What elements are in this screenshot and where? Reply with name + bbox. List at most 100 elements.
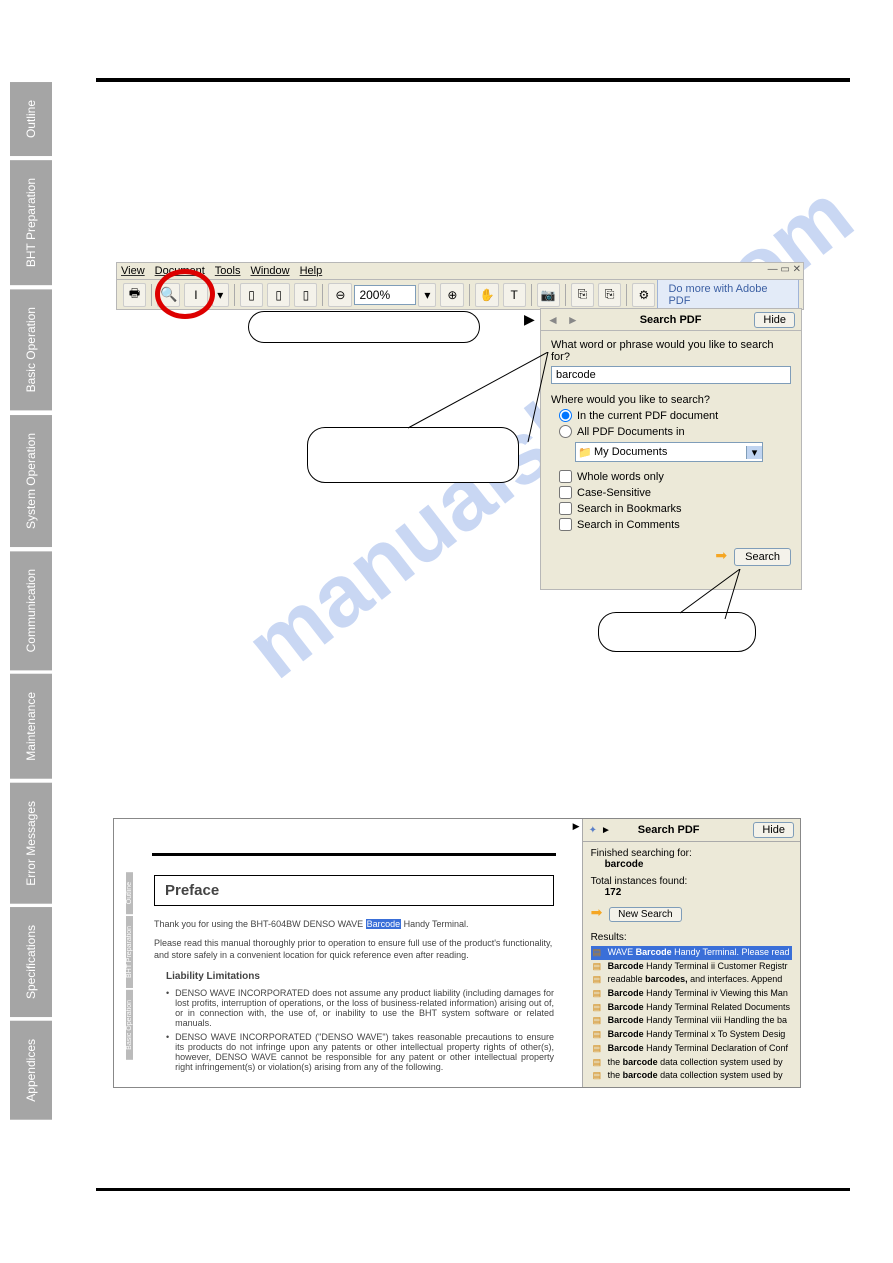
radio-all-docs[interactable] xyxy=(559,425,572,438)
chk-case[interactable] xyxy=(559,486,572,499)
sidebar-tab-specs[interactable]: Specifications xyxy=(10,907,52,1017)
results-hide-button[interactable]: Hide xyxy=(753,822,794,838)
menu-document[interactable]: Document xyxy=(155,265,205,277)
search-binoculars-button[interactable]: 🔍 xyxy=(157,283,180,307)
preface-line2: Please read this manual thoroughly prior… xyxy=(154,937,554,961)
inner-tab-basic[interactable]: Basic Operation xyxy=(126,990,133,1060)
snapshot-button[interactable]: 📷 xyxy=(537,283,560,307)
menu-tools[interactable]: Tools xyxy=(215,265,241,277)
total-value: 172 xyxy=(605,887,792,898)
separator xyxy=(234,284,235,306)
arrow-right-icon: ➡ xyxy=(715,547,727,564)
hand-tool-button[interactable]: ✋ xyxy=(475,283,498,307)
manual-sidebar-tabs: Outline BHT Preparation Basic Operation … xyxy=(10,82,52,1124)
select-dropdown[interactable]: ▾ xyxy=(212,283,229,307)
paste-button[interactable]: ⎘ xyxy=(598,283,621,307)
chk-case-label: Case-Sensitive xyxy=(577,487,651,499)
page-icon: ▤ xyxy=(593,1057,605,1069)
panel-expand-arrow[interactable]: ▶ xyxy=(524,311,535,328)
acrobat-window: View Document Tools Window Help — ▭ ✕ 🖶 … xyxy=(116,262,804,310)
hide-button[interactable]: Hide xyxy=(754,312,795,328)
page-icon: ▤ xyxy=(593,974,605,986)
nav-forward-icon[interactable]: ► xyxy=(601,825,611,836)
result-item[interactable]: ▤Barcode Handy Terminal Declaration of C… xyxy=(591,1042,792,1056)
sidebar-tab-system-op[interactable]: System Operation xyxy=(10,415,52,547)
finished-label: Finished searching for: xyxy=(591,848,792,859)
doc-content: Preface Thank you for using the BHT-604B… xyxy=(154,875,554,1076)
panel-arrow-icon[interactable]: ▶ xyxy=(573,821,580,832)
result-item[interactable]: ▤Barcode Handy Terminal ii Customer Regi… xyxy=(591,960,792,974)
nav-back-icon[interactable]: ◄ xyxy=(547,313,559,327)
sidebar-tab-outline[interactable]: Outline xyxy=(10,82,52,156)
chk-bookmarks[interactable] xyxy=(559,502,572,515)
sidebar-tab-bht-prep[interactable]: BHT Preparation xyxy=(10,160,52,285)
results-label: Results: xyxy=(591,932,792,943)
separator xyxy=(151,284,152,306)
page-button[interactable]: ▯ xyxy=(240,283,263,307)
select-tool-button[interactable]: I xyxy=(184,283,207,307)
folder-combo-value: My Documents xyxy=(594,446,746,458)
zoom-in-button[interactable]: ⊕ xyxy=(440,283,464,307)
new-search-button[interactable]: New Search xyxy=(609,907,681,922)
results-screenshot: ▶ Outline BHT Preparation Basic Operatio… xyxy=(113,818,801,1088)
page-icon: ▤ xyxy=(593,1015,605,1027)
result-item[interactable]: ▤Barcode Handy Terminal Related Document… xyxy=(591,1001,792,1015)
page-icon: ▤ xyxy=(593,988,605,1000)
radio-current-doc[interactable] xyxy=(559,409,572,422)
search-pdf-pane: ◄ ► Search PDF Hide What word or phrase … xyxy=(540,308,802,590)
result-item[interactable]: ▤readable barcodes, and interfaces. Appe… xyxy=(591,973,792,987)
print-button[interactable]: 🖶 xyxy=(123,283,146,307)
results-title: Search PDF xyxy=(638,824,700,836)
separator xyxy=(626,284,627,306)
window-controls[interactable]: — ▭ ✕ xyxy=(768,264,801,275)
sidebar-tab-appendices[interactable]: Appendices xyxy=(10,1021,52,1120)
inner-tab-bht[interactable]: BHT Preparation xyxy=(126,916,133,988)
sidebar-tab-maintenance[interactable]: Maintenance xyxy=(10,674,52,779)
dropdown-icon[interactable]: ▾ xyxy=(746,446,762,459)
chk-bookmarks-label: Search in Bookmarks xyxy=(577,503,682,515)
results-header: ✦ ► Search PDF Hide xyxy=(583,819,800,842)
folder-combo[interactable]: 📁 My Documents ▾ xyxy=(575,442,763,462)
zoom-dropdown[interactable]: ▾ xyxy=(418,283,436,307)
menu-window[interactable]: Window xyxy=(250,265,289,277)
bullet-item-2: •DENSO WAVE INCORPORATED ("DENSO WAVE") … xyxy=(166,1032,554,1072)
menu-view[interactable]: View xyxy=(121,265,145,277)
folder-icon: 📁 xyxy=(576,446,594,459)
search-query-input[interactable] xyxy=(551,366,791,384)
sidebar-tab-error-msgs[interactable]: Error Messages xyxy=(10,783,52,904)
sidebar-tab-basic-op[interactable]: Basic Operation xyxy=(10,289,52,410)
separator xyxy=(469,284,470,306)
continuous-button[interactable]: ▯ xyxy=(294,283,317,307)
copy-button[interactable]: ⎘ xyxy=(571,283,594,307)
menu-help[interactable]: Help xyxy=(300,265,323,277)
adobe-promo-button[interactable]: Do more with Adobe PDF xyxy=(657,278,799,312)
separator xyxy=(565,284,566,306)
text-tool-button[interactable]: T xyxy=(503,283,526,307)
chk-comments[interactable] xyxy=(559,518,572,531)
radio-all-label: All PDF Documents in xyxy=(577,426,685,438)
zoom-input[interactable] xyxy=(354,285,416,305)
inner-sidebar-tabs: Outline BHT Preparation Basic Operation xyxy=(126,872,144,1062)
result-item[interactable]: ▤Barcode Handy Terminal x To System Desi… xyxy=(591,1028,792,1042)
separator xyxy=(531,284,532,306)
gear-icon[interactable]: ✦ xyxy=(589,825,597,836)
nav-forward-icon[interactable]: ► xyxy=(567,313,579,327)
page-bottom-rule xyxy=(96,1188,850,1191)
result-item[interactable]: ▤WAVE Barcode Handy Terminal. Please rea… xyxy=(591,946,792,960)
facing-button[interactable]: ▯ xyxy=(267,283,290,307)
result-item[interactable]: ▤Barcode Handy Terminal viii Handling th… xyxy=(591,1014,792,1028)
page-top-rule xyxy=(96,78,850,82)
result-item[interactable]: ▤the barcode data collection system used… xyxy=(591,1069,792,1083)
sidebar-tab-communication[interactable]: Communication xyxy=(10,551,52,670)
more-tools-button[interactable]: ⚙ xyxy=(632,283,655,307)
page-icon: ▤ xyxy=(593,1070,605,1082)
preface-line1: Thank you for using the BHT-604BW DENSO … xyxy=(154,918,554,930)
inner-tab-outline[interactable]: Outline xyxy=(126,872,133,914)
result-item[interactable]: ▤Barcode Handy Terminal iv Viewing this … xyxy=(591,987,792,1001)
result-item[interactable]: ▤the barcode data collection system used… xyxy=(591,1056,792,1070)
search-button[interactable]: Search xyxy=(734,548,791,566)
zoom-out-button[interactable]: ⊖ xyxy=(328,283,352,307)
search-term: barcode xyxy=(605,859,792,870)
chk-whole-words[interactable] xyxy=(559,470,572,483)
liability-heading: Liability Limitations xyxy=(166,971,554,982)
